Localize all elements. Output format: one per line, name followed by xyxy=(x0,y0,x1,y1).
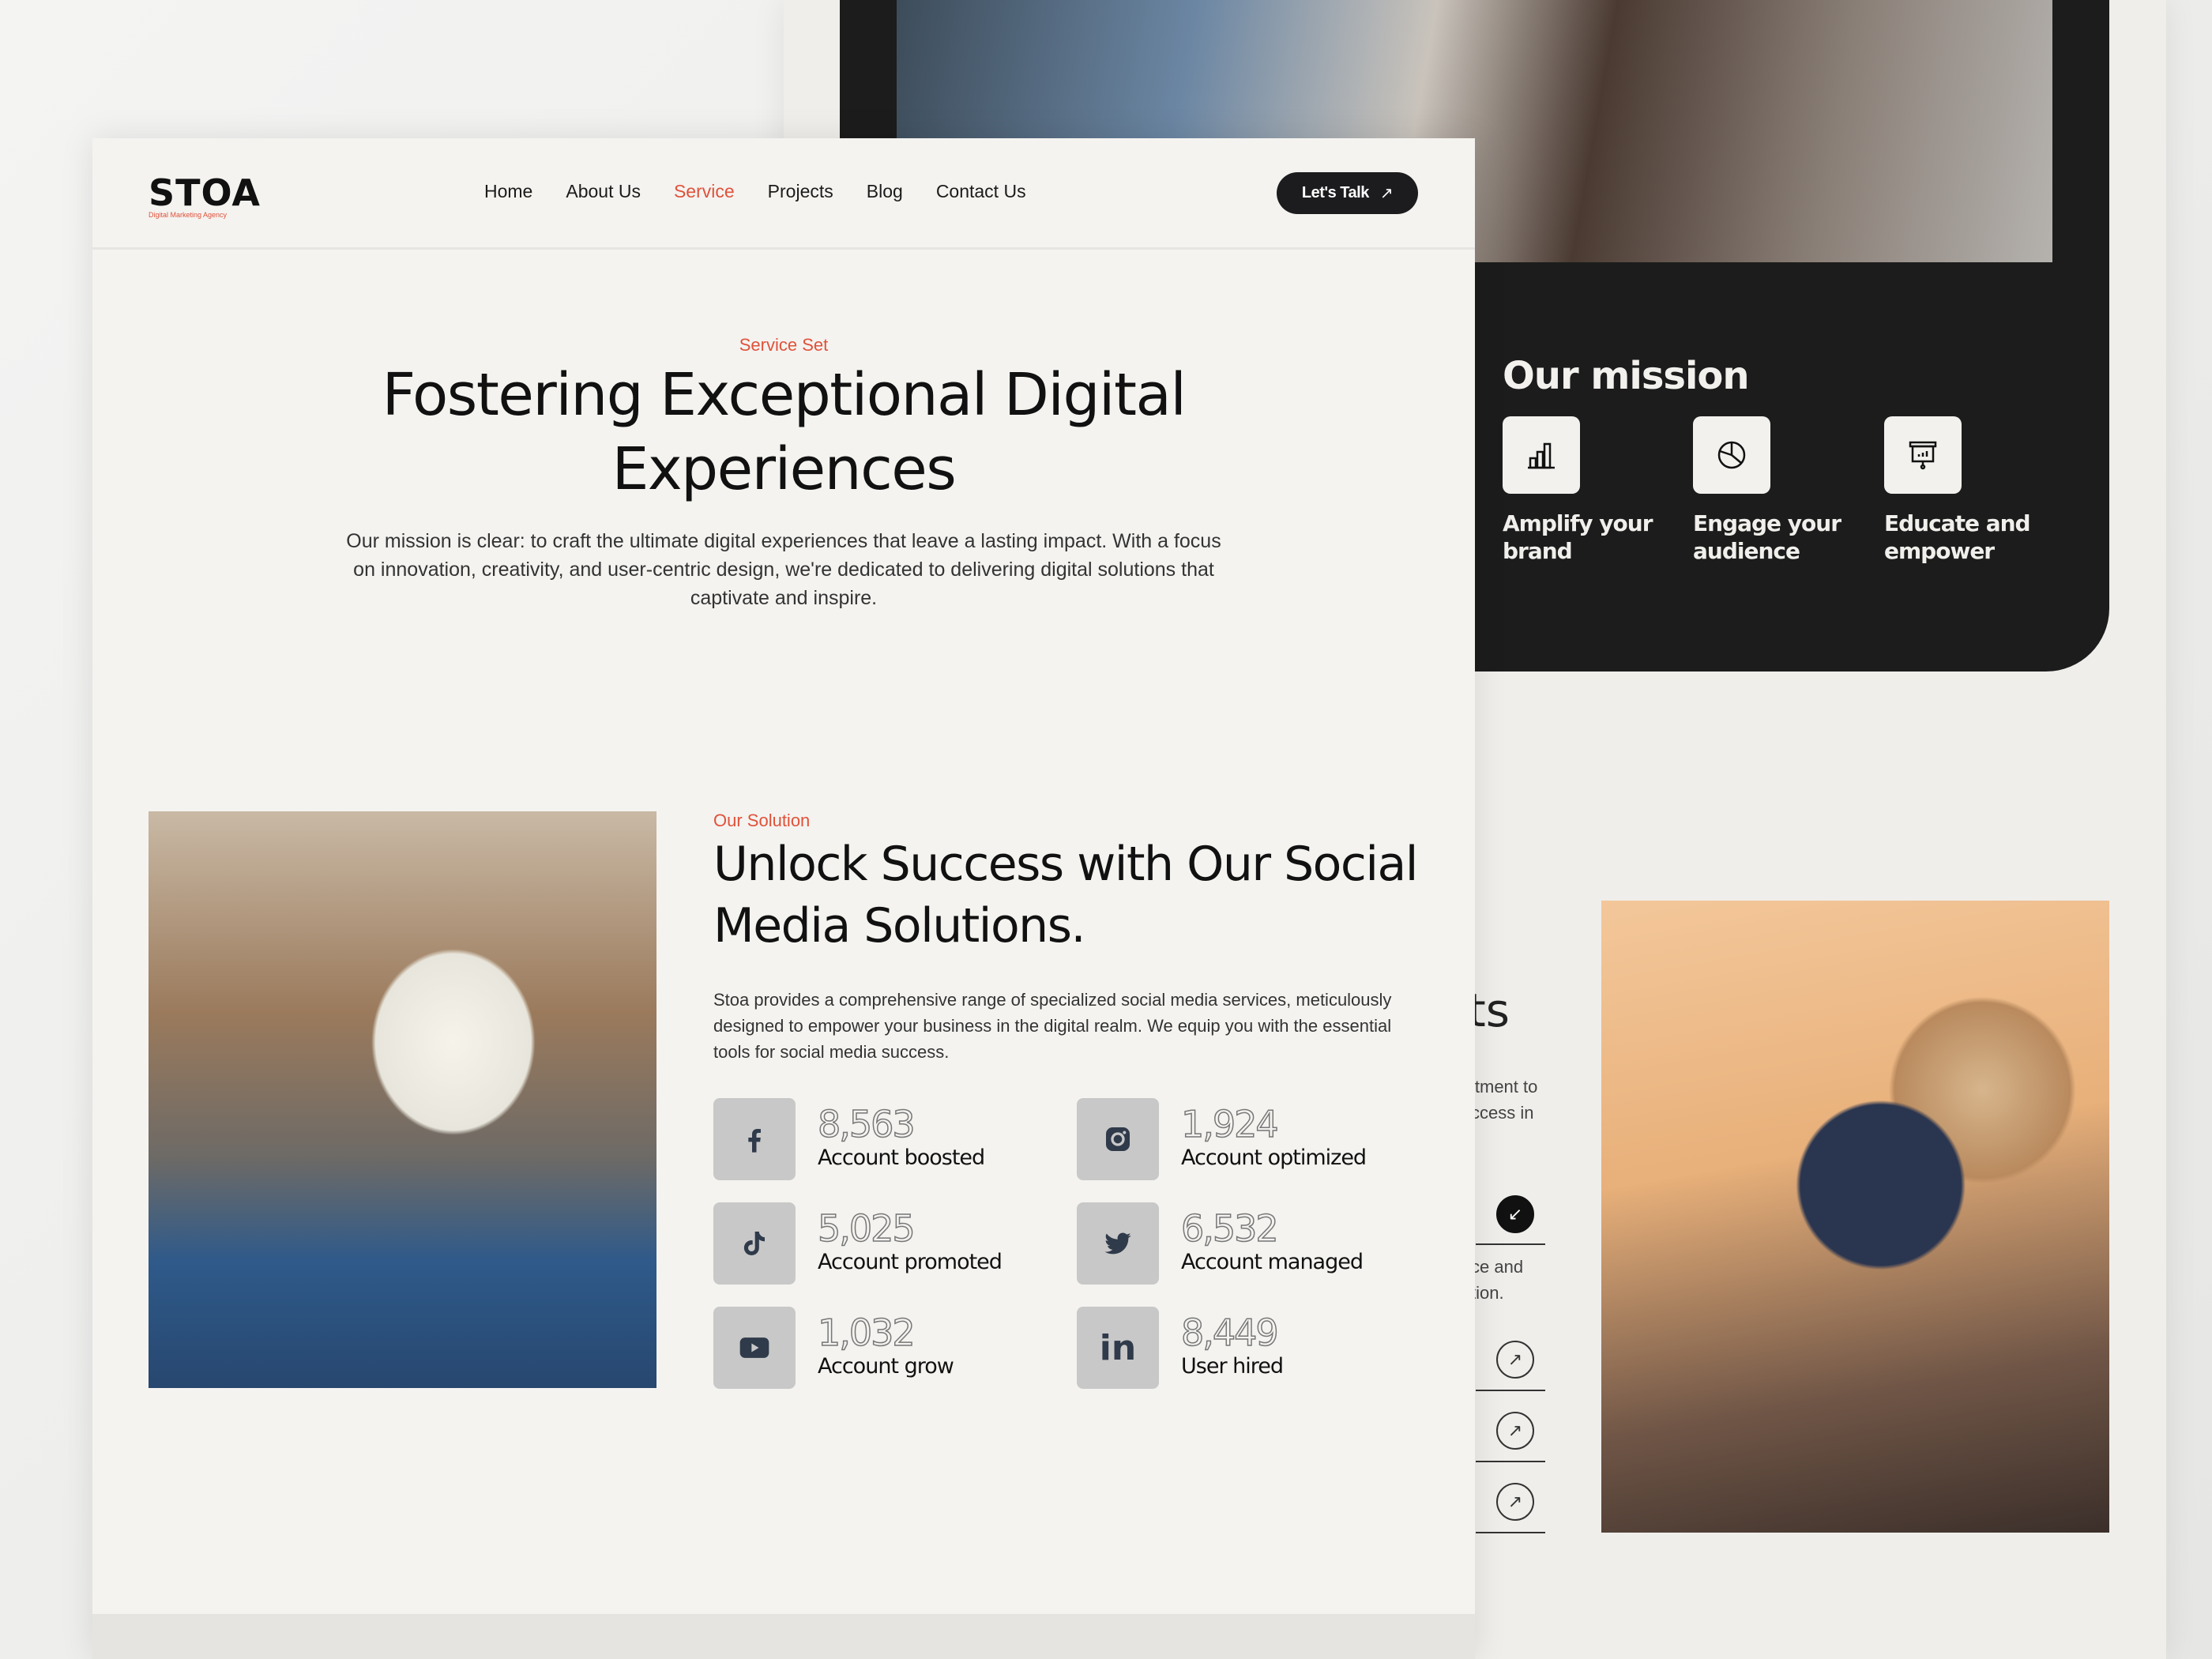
mission-label: empower xyxy=(1884,538,1995,564)
stat-value: 5,025 xyxy=(817,1207,916,1250)
mission-item-amplify: Amplify your brand xyxy=(1503,416,1661,565)
divider xyxy=(1476,1461,1545,1462)
stat-tiktok: 5,025 Account promoted xyxy=(713,1202,1003,1285)
stat-youtube: 1,032 Account grow xyxy=(713,1307,954,1389)
stat-label: User hired xyxy=(1181,1354,1284,1379)
mission-label: audience xyxy=(1693,538,1800,564)
tiktok-icon[interactable] xyxy=(713,1202,796,1285)
arrow-up-right-icon[interactable]: ↗ xyxy=(1496,1341,1534,1379)
hero-description: Our mission is clear: to craft the ultim… xyxy=(346,530,1221,609)
stat-value: 6,532 xyxy=(1180,1207,1279,1250)
stat-value: 1,924 xyxy=(1180,1103,1279,1146)
twitter-icon[interactable] xyxy=(1077,1202,1159,1285)
stat-label: Account optimized xyxy=(1181,1146,1367,1170)
nav-projects[interactable]: Projects xyxy=(768,181,833,202)
mission-label: Engage your xyxy=(1693,510,1841,536)
nav-contact-us[interactable]: Contact Us xyxy=(936,181,1026,202)
nav-home[interactable]: Home xyxy=(484,181,532,202)
hero-title-line: Experiences xyxy=(611,435,957,503)
hero-title-line: Fostering Exceptional Digital xyxy=(382,361,1187,429)
mission-title: Our mission xyxy=(1503,354,1750,398)
main-nav: Home About Us Service Projects Blog Cont… xyxy=(484,181,1026,202)
footer-band xyxy=(92,1614,1475,1659)
lets-talk-label: Let's Talk xyxy=(1301,184,1369,201)
stat-label: Account boosted xyxy=(818,1146,985,1170)
nav-blog[interactable]: Blog xyxy=(867,181,903,202)
logo-text: STOA xyxy=(149,171,261,214)
linkedin-icon[interactable]: in xyxy=(1077,1307,1159,1389)
stat-value: 8,449 xyxy=(1180,1311,1279,1354)
stat-label: Account managed xyxy=(1181,1250,1364,1274)
hero-title: Fostering Exceptional Digital Experience… xyxy=(92,358,1475,506)
bar-chart-icon xyxy=(1503,416,1580,494)
arrow-down-left-icon[interactable]: ↙ xyxy=(1496,1195,1534,1233)
stat-label: Account promoted xyxy=(818,1250,1003,1274)
stat-facebook: 8,563 Account boosted xyxy=(713,1098,985,1180)
facebook-icon[interactable] xyxy=(713,1098,796,1180)
lets-talk-button[interactable]: Let's Talk ↗ xyxy=(1277,172,1418,214)
front-page: STOA Digital Marketing Agency Home About… xyxy=(92,138,1475,1659)
nav-service[interactable]: Service xyxy=(674,181,735,202)
stat-label: Account grow xyxy=(818,1354,954,1379)
stat-value: 1,032 xyxy=(817,1311,916,1354)
office-meeting-photo xyxy=(149,811,656,1388)
projects-text-fragment: ccess in xyxy=(1471,1103,1534,1123)
stat-value: 8,563 xyxy=(817,1103,916,1146)
instagram-icon[interactable] xyxy=(1077,1098,1159,1180)
nav-about-us[interactable]: About Us xyxy=(566,181,641,202)
stat-linkedin: in 8,449 User hired xyxy=(1077,1307,1284,1389)
mission-label: Amplify your xyxy=(1503,510,1653,536)
solution-eyebrow: Our Solution xyxy=(713,811,811,830)
solution-title: Unlock Success with Our Social Media Sol… xyxy=(713,837,1418,954)
mission-label: brand xyxy=(1503,538,1573,564)
arrow-up-right-icon[interactable]: ↗ xyxy=(1496,1412,1534,1450)
arrow-up-right-icon[interactable]: ↗ xyxy=(1496,1483,1534,1521)
divider xyxy=(1476,1532,1545,1533)
mission-item-educate: Educate and empower xyxy=(1884,416,2042,565)
project-item-text: tion. xyxy=(1471,1283,1504,1303)
solution-description: Stoa provides a comprehensive range of s… xyxy=(713,990,1392,1062)
team-laptop-photo xyxy=(1601,901,2109,1533)
stat-instagram: 1,924 Account optimized xyxy=(1077,1098,1367,1180)
youtube-icon[interactable] xyxy=(713,1307,796,1389)
projects-text-fragment: itment to xyxy=(1471,1077,1538,1097)
stat-twitter: 6,532 Account managed xyxy=(1077,1202,1364,1285)
site-header: STOA Digital Marketing Agency Home About… xyxy=(92,138,1475,250)
logo[interactable]: STOA Digital Marketing Agency xyxy=(149,171,261,219)
hero-eyebrow: Service Set xyxy=(739,335,829,355)
project-item-text: ce and xyxy=(1471,1257,1524,1277)
pie-chart-icon xyxy=(1693,416,1770,494)
arrow-up-right-icon: ↗ xyxy=(1379,185,1394,202)
divider xyxy=(1476,1243,1545,1245)
mission-item-engage: Engage your audience xyxy=(1693,416,1851,565)
divider xyxy=(1476,1390,1545,1391)
presentation-icon xyxy=(1884,416,1962,494)
mission-label: Educate and xyxy=(1884,510,2031,536)
